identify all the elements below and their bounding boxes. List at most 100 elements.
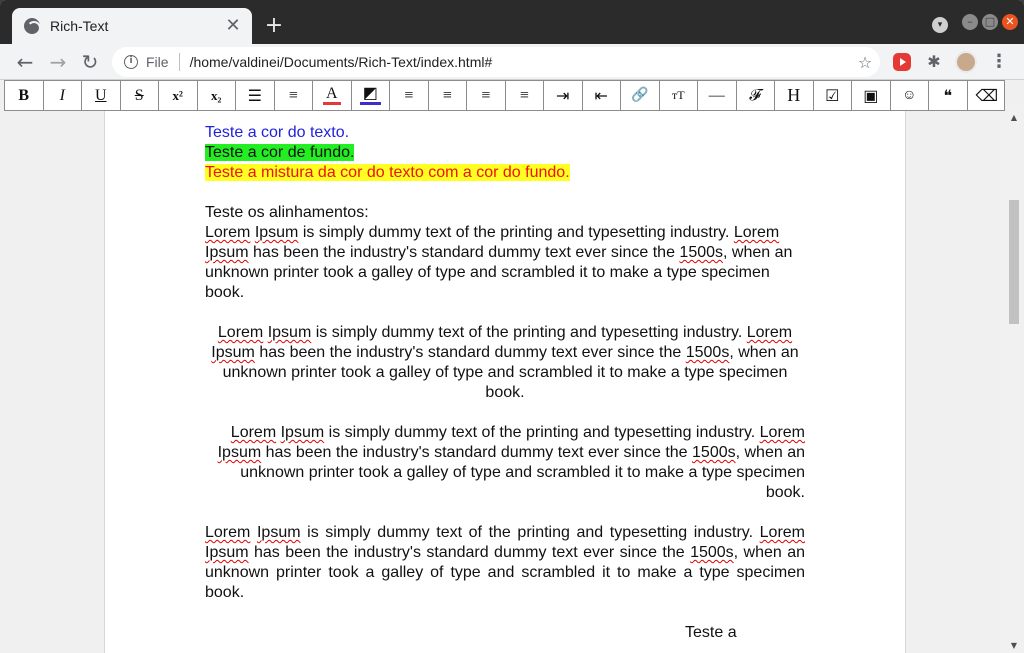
- horizontal-rule-icon: —: [708, 86, 725, 104]
- misspelled-word: Lorem: [205, 224, 251, 241]
- quote-icon: ❝: [943, 87, 953, 105]
- close-window-button[interactable]: ✕: [1002, 14, 1018, 30]
- ordered-list-button[interactable]: ≡: [275, 81, 313, 110]
- background-color-line: Teste a cor de fundo.: [205, 144, 355, 161]
- mixed-color-line: Teste a mistura da cor do texto com a co…: [205, 164, 570, 181]
- scroll-up-arrow-icon[interactable]: ▲: [1007, 111, 1021, 125]
- link-icon: 🔗: [631, 88, 649, 103]
- outdent-button[interactable]: ⇤: [583, 81, 621, 110]
- misspelled-word: Ipsum: [205, 544, 249, 561]
- align-justify-icon: ≡: [519, 86, 529, 104]
- emoji-icon: ☺: [902, 87, 917, 103]
- browser-window: Rich-Text ✕ + ▾ – □ ✕ ← → ↻ i File /home…: [0, 0, 1024, 653]
- forward-button[interactable]: →: [46, 50, 70, 74]
- text-run: is simply dummy text of the printing and…: [300, 524, 760, 541]
- font-family-button[interactable]: 𝓕: [737, 81, 775, 110]
- misspelled-word: 1500s: [679, 244, 724, 261]
- info-icon[interactable]: i: [124, 55, 138, 69]
- tab-strip: Rich-Text ✕ + ▾ – □ ✕: [0, 0, 1024, 44]
- misspelled-word: Lorem: [217, 324, 264, 341]
- align-left-icon: ≡: [404, 86, 414, 104]
- editor-toolbar: B I U Sx² x₂ ☰ ≡ A ◩ ≡ ≡ ≡ ≡ ⇥ ⇤ 🔗 ᴛT — 𝓕 H ☑ ▣ ☺ ❝ ⌫: [4, 80, 1005, 111]
- misspelled-word: Lorem: [746, 324, 793, 341]
- bookmark-star-icon[interactable]: ☆: [850, 53, 880, 72]
- text-run: has been the industry's standard dummy t…: [254, 344, 686, 361]
- vertical-scrollbar[interactable]: ▲ ▼: [1007, 111, 1021, 653]
- reload-button[interactable]: ↻: [78, 50, 102, 74]
- blockquote-button[interactable]: ❝: [929, 81, 968, 110]
- alignment-heading: Teste os alinhamentos:: [205, 204, 369, 221]
- strikethrough-icon: S: [134, 86, 144, 104]
- indent-icon: ⇥: [556, 87, 570, 105]
- font-size-icon: ᴛT: [671, 88, 685, 102]
- youtube-extension-icon[interactable]: [893, 53, 911, 71]
- text-run: has been the industry's standard dummy t…: [261, 444, 693, 461]
- align-center-button[interactable]: ≡: [429, 81, 467, 110]
- underline-button[interactable]: U: [82, 81, 121, 110]
- link-button[interactable]: 🔗: [621, 81, 660, 110]
- bulleted-list-icon: ☰: [247, 87, 262, 105]
- align-left-button[interactable]: ≡: [390, 81, 429, 110]
- image-button[interactable]: ▣: [852, 81, 891, 110]
- misspelled-word: Ipsum: [211, 344, 255, 361]
- heading-button[interactable]: H: [775, 81, 814, 110]
- trailing-fragment: Teste a: [685, 624, 737, 641]
- url-text[interactable]: /home/valdinei/Documents/Rich-Text/index…: [190, 54, 850, 70]
- editor-content[interactable]: Teste a cor do texto. Teste a cor de fun…: [205, 123, 805, 643]
- indent-button[interactable]: ⇥: [544, 81, 583, 110]
- align-right-button[interactable]: ≡: [467, 81, 506, 110]
- horizontal-rule-button[interactable]: —: [698, 81, 737, 110]
- address-bar[interactable]: i File /home/valdinei/Documents/Rich-Tex…: [112, 47, 880, 77]
- misspelled-word: Lorem: [230, 424, 277, 441]
- paragraph-left-aligned: Lorem Ipsum is simply dummy text of the …: [205, 223, 805, 303]
- maximize-button[interactable]: □: [982, 14, 998, 30]
- text-run: is simply dummy text of the printing and…: [298, 224, 734, 241]
- tab-search-icon[interactable]: ▾: [932, 17, 948, 33]
- bold-icon: B: [18, 86, 30, 104]
- italic-icon: I: [59, 86, 65, 104]
- emoji-button[interactable]: ☺: [891, 81, 929, 110]
- text-color-line: Teste a cor do texto.: [205, 124, 350, 141]
- browser-menu-icon[interactable]: ⋮: [990, 53, 1008, 71]
- extensions-puzzle-icon[interactable]: ✱: [925, 53, 943, 71]
- subscript-button[interactable]: x₂: [198, 81, 236, 110]
- outdent-icon: ⇤: [594, 87, 608, 105]
- clear-format-button[interactable]: ⌫: [968, 81, 1007, 110]
- tab-rich-text[interactable]: Rich-Text ✕: [12, 8, 252, 44]
- misspelled-word: Lorem: [759, 424, 805, 441]
- misspelled-word: Lorem: [205, 524, 251, 541]
- misspelled-word: 1500s: [690, 544, 734, 561]
- omnibox-divider: [178, 53, 180, 71]
- background-color-button[interactable]: ◩: [352, 81, 390, 110]
- font-size-button[interactable]: ᴛT: [660, 81, 698, 110]
- text-color-button[interactable]: A: [313, 81, 352, 110]
- tab-close-icon[interactable]: ✕: [224, 17, 242, 35]
- editor-page: Teste a cor do texto. Teste a cor de fun…: [104, 111, 906, 653]
- text-run: is simply dummy text of the printing and…: [324, 424, 760, 441]
- bold-button[interactable]: B: [5, 81, 44, 110]
- paragraph-right-aligned: Lorem Ipsum is simply dummy text of the …: [205, 423, 805, 503]
- subscript-icon: x₂: [211, 87, 222, 103]
- unordered-list-button[interactable]: ☰: [236, 81, 275, 110]
- underline-icon: U: [94, 86, 107, 104]
- scrollbar-thumb[interactable]: [1009, 200, 1019, 324]
- highlight-icon: ◩: [359, 86, 381, 105]
- page-viewport: B I U Sx² x₂ ☰ ≡ A ◩ ≡ ≡ ≡ ≡ ⇥ ⇤ 🔗 ᴛT — 𝓕 H ☑ ▣ ☺ ❝ ⌫ Teste a co…: [0, 80, 1024, 653]
- scroll-down-arrow-icon[interactable]: ▼: [1007, 639, 1021, 653]
- align-center-icon: ≡: [442, 86, 452, 104]
- profile-avatar[interactable]: [955, 51, 977, 73]
- align-right-icon: ≡: [481, 86, 491, 104]
- checkbox-button[interactable]: ☑: [814, 81, 852, 110]
- empty-line: [205, 503, 805, 523]
- superscript-button[interactable]: x²: [159, 81, 198, 110]
- new-tab-button[interactable]: +: [262, 14, 286, 38]
- image-icon: ▣: [863, 87, 879, 105]
- strikethrough-button[interactable]: S: [121, 81, 159, 110]
- back-button[interactable]: ←: [13, 50, 37, 74]
- italic-button[interactable]: I: [44, 81, 82, 110]
- text-color-icon: A: [322, 86, 341, 105]
- heading-icon: H: [787, 85, 801, 105]
- minimize-button[interactable]: –: [962, 14, 978, 30]
- paragraph-center-aligned: Lorem Ipsum is simply dummy text of the …: [205, 323, 805, 403]
- align-justify-button[interactable]: ≡: [506, 81, 544, 110]
